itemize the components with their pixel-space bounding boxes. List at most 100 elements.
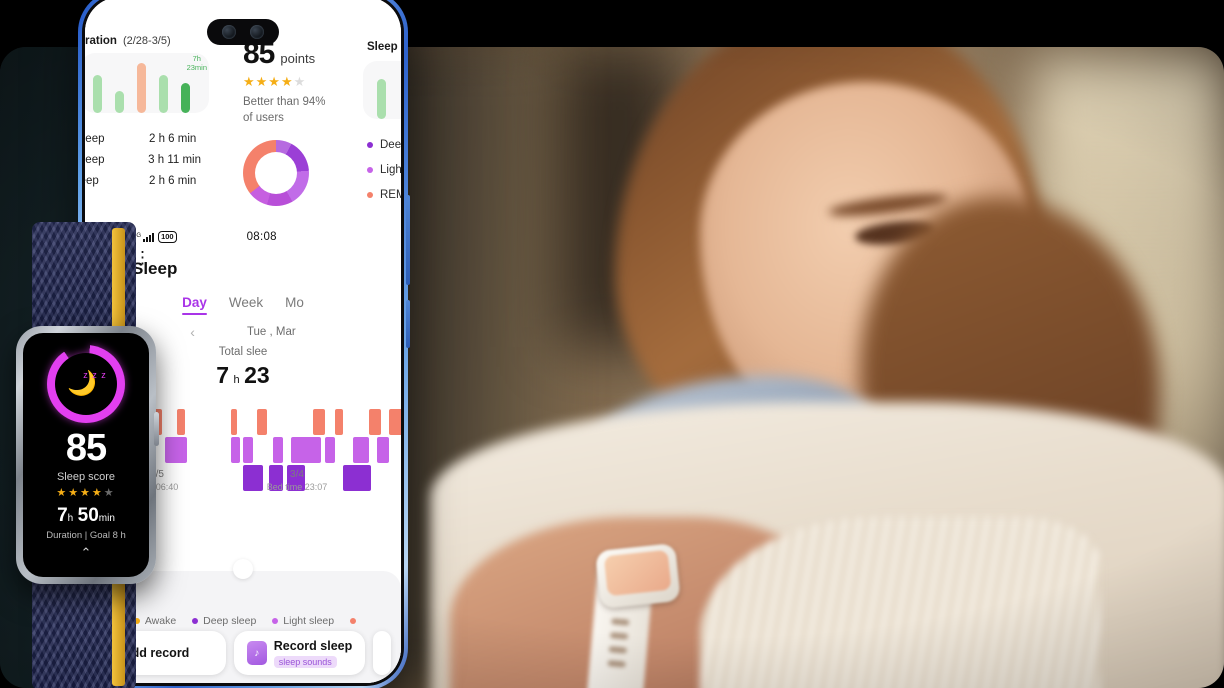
record-sleep-button[interactable]: ♪ Record sleep sleep sounds (234, 631, 365, 675)
legend-item: Light sl (367, 164, 401, 176)
legend-dot-light-sleep (367, 167, 373, 173)
legend-dot-rem-sleep (367, 192, 373, 198)
camera-lens-2-icon (250, 25, 264, 39)
watch-sleep-score-label: Sleep score (56, 471, 116, 483)
legend-item: Light sleep (272, 615, 334, 627)
stage-label: sleep (85, 133, 105, 145)
legend-dot-light-sleep (272, 618, 279, 624)
legend-item: Deep sleep (192, 615, 256, 627)
watch-duration-hours-unit: h (67, 513, 74, 524)
bar-0 (377, 79, 386, 119)
watch-screen: 🌙 z z z 85 Sleep score ★★★★★ 7h 50min Du… (23, 333, 149, 577)
bar-0 (93, 75, 102, 113)
selected-date: Tue , Mar (246, 326, 296, 338)
legend-label: REM sle (380, 189, 401, 201)
hypno-bar-light (243, 437, 253, 463)
hypno-bar-rem (257, 409, 267, 435)
weekly-duration-bar-chart[interactable]: 7h 23min (85, 53, 209, 113)
total-hours: 7 (216, 362, 230, 388)
phone-volume-button[interactable] (406, 195, 410, 285)
total-hours-unit: h (233, 374, 240, 386)
watch-duration: 7h 50min (57, 505, 115, 527)
hypno-bar-light (165, 437, 187, 463)
peak-minutes: 23min (186, 62, 207, 72)
record-sleep-icon: ♪ (246, 641, 267, 665)
legend-dot-rem-sleep (350, 618, 357, 624)
list-item: leep 2 h 6 min (85, 175, 201, 187)
hypno-bar-rem (313, 409, 325, 435)
zzz-icon: z z z (83, 370, 107, 380)
status-bar-clock: 08:08 (246, 231, 277, 243)
tab-day[interactable]: Day (182, 295, 207, 315)
third-action-button[interactable] (373, 631, 391, 675)
hypno-note: Bed time 23:07 (266, 482, 328, 492)
chevron-up-icon[interactable]: ⌃ (81, 545, 92, 561)
hypno-bar-rem (177, 409, 185, 435)
sleep-progress-ring: 🌙 z z z (47, 345, 125, 423)
phone-power-button[interactable] (406, 300, 410, 348)
duration-card-range: (2/28-3/5) (122, 35, 171, 47)
right-card-legend: Deep sl Light sl REM sle (367, 139, 401, 201)
watch-duration-hours: 7 (57, 505, 68, 526)
legend-label: Light sl (380, 164, 401, 176)
hypno-day-label: 3/4 Bed time 23:07 (237, 469, 357, 492)
hypno-bar-light (377, 437, 389, 463)
watch-band-clip-top (112, 228, 125, 340)
hypno-bar-rem (389, 409, 401, 435)
right-card-title: Sleep dura (367, 41, 401, 53)
watch-band-clip-bottom (112, 574, 125, 686)
hypno-bar-light (231, 437, 240, 463)
tab-month[interactable]: Mo (285, 295, 304, 315)
stage-label: sleep (85, 154, 105, 166)
right-mini-bar-chart[interactable] (363, 61, 401, 119)
sleep-duration-right-card[interactable]: Sleep dura Deep sl (357, 0, 401, 225)
legend-label: Light sleep (283, 615, 335, 627)
record-sleep-label: Record sleep (273, 638, 353, 653)
stage-label: leep (85, 175, 99, 187)
watch-sleep-score: 85 (65, 427, 107, 469)
watch-star-rating: ★★★★★ (56, 487, 116, 499)
camera-lens-icon (222, 25, 236, 39)
legend-dot-deep-sleep (367, 142, 373, 148)
hypno-bar-light (325, 437, 335, 463)
duration-card-title: ration (85, 35, 117, 47)
legend-item: REM sle (367, 189, 401, 201)
peak-annotation: 7h 23min (186, 54, 207, 72)
legend-label: Deep sl (380, 139, 401, 151)
sleep-score-unit: points (280, 51, 316, 66)
better-line-1: Better than 94% (243, 96, 326, 108)
bar-3 (159, 75, 168, 113)
stage-duration-list: sleep 2 h 6 min sleep 3 h 11 min leep 2 … (85, 133, 201, 187)
sleep-duration-card[interactable]: ration (2/28-3/5) 7h 23min eep 2 h 6 min… (85, 0, 209, 225)
watch-case: 🌙 z z z 85 Sleep score ★★★★★ 7h 50min Du… (16, 326, 159, 584)
front-camera-punchhole (207, 19, 279, 45)
hypno-bar-light (273, 437, 283, 463)
tab-week[interactable]: Week (229, 295, 263, 315)
drag-handle[interactable] (233, 559, 253, 579)
hypno-bar-light (291, 437, 321, 463)
watch-goal-text: Duration | Goal 8 h (46, 530, 126, 541)
bar-4 (181, 83, 190, 113)
total-minutes: 23 (244, 362, 270, 388)
stage-value: 2 h 6 min (149, 175, 197, 187)
hypno-date: 3/4 (290, 469, 304, 480)
screenshot-root: ration (2/28-3/5) 7h 23min eep 2 h 6 min… (0, 0, 1224, 688)
list-item: sleep 3 h 11 min (85, 154, 201, 166)
stage-value: 3 h 11 min (148, 154, 201, 166)
record-sleep-subtag: sleep sounds (273, 655, 337, 668)
hypno-bar-rem (231, 409, 237, 435)
prev-day-icon[interactable]: ‹ (190, 324, 195, 340)
sleep-score-stars: ★★★★★ (243, 74, 307, 89)
better-line-2: of users (243, 111, 284, 124)
legend-item: Deep sl (367, 139, 401, 151)
sleep-stage-donut-chart[interactable] (243, 140, 309, 207)
hypno-bar-light (353, 437, 369, 463)
watch-side-button[interactable] (154, 412, 159, 446)
hypno-bar-rem (369, 409, 381, 435)
smartwatch-device: 🌙 z z z 85 Sleep score ★★★★★ 7h 50min Du… (8, 222, 162, 688)
bar-2 (137, 63, 146, 113)
watch-duration-minutes: 50 (77, 505, 99, 526)
hypno-bar-rem (335, 409, 343, 435)
better-than-text: Better than 94% of users (235, 95, 355, 126)
list-item: sleep 2 h 6 min (85, 133, 201, 145)
